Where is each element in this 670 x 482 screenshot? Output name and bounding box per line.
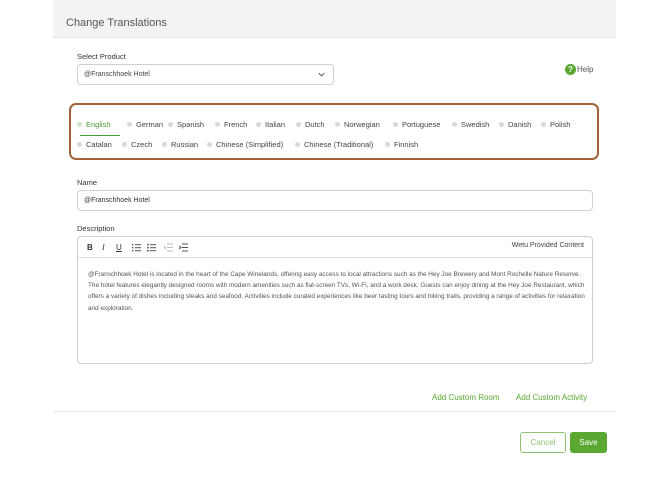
radio-dot-icon bbox=[215, 121, 220, 127]
indent-button[interactable] bbox=[179, 242, 188, 252]
radio-dot-icon bbox=[207, 141, 212, 147]
radio-dot-icon bbox=[452, 121, 457, 127]
tab-italian[interactable]: Italian bbox=[256, 118, 285, 130]
tab-polish[interactable]: Polish bbox=[541, 118, 570, 130]
description-editor[interactable]: B I U Wetu Provided Content @Franschhoek… bbox=[77, 236, 593, 364]
name-label: Name bbox=[77, 178, 98, 187]
tab-russian[interactable]: Russian bbox=[162, 138, 198, 150]
outdent-button[interactable] bbox=[164, 242, 173, 252]
description-label: Description bbox=[77, 224, 115, 233]
content-source-label: Wetu Provided Content bbox=[511, 242, 584, 249]
radio-dot-icon bbox=[162, 141, 167, 147]
radio-dot-icon bbox=[541, 121, 546, 127]
ordered-list-button[interactable] bbox=[132, 242, 141, 252]
tab-finnish[interactable]: Finnish bbox=[385, 138, 418, 150]
tab-czech[interactable]: Czech bbox=[122, 138, 152, 150]
add-custom-room-link[interactable]: Add Custom Room bbox=[432, 393, 500, 402]
help-link[interactable]: ? Help bbox=[565, 63, 593, 75]
cancel-button[interactable]: Cancel bbox=[520, 432, 566, 453]
radio-dot-icon bbox=[77, 121, 82, 127]
tab-spanish[interactable]: Spanish bbox=[168, 118, 204, 130]
add-custom-activity-link[interactable]: Add Custom Activity bbox=[516, 393, 587, 402]
modal-title: Change Translations bbox=[66, 17, 167, 29]
tab-chinese-traditional[interactable]: Chinese (Traditional) bbox=[295, 138, 373, 150]
footer-divider bbox=[53, 411, 616, 412]
help-label: Help bbox=[577, 64, 594, 74]
tab-german[interactable]: German bbox=[127, 118, 163, 130]
product-select[interactable]: @Franschhoek Hotel bbox=[77, 64, 334, 85]
radio-dot-icon bbox=[122, 141, 127, 147]
tab-portuguese[interactable]: Portuguese bbox=[393, 118, 440, 130]
radio-dot-icon bbox=[499, 121, 504, 127]
help-icon: ? bbox=[565, 63, 576, 75]
chevron-down-icon bbox=[318, 72, 325, 77]
bullet-list-button[interactable] bbox=[147, 242, 156, 252]
bold-button[interactable]: B bbox=[87, 242, 93, 252]
name-field-value: @Franschhoek Hotel bbox=[84, 197, 150, 204]
name-field[interactable]: @Franschhoek Hotel bbox=[77, 190, 593, 211]
tab-english[interactable]: English bbox=[77, 118, 111, 130]
tab-danish[interactable]: Danish bbox=[499, 118, 531, 130]
radio-dot-icon bbox=[393, 121, 398, 127]
radio-dot-icon bbox=[127, 121, 132, 127]
radio-dot-icon bbox=[296, 121, 301, 127]
radio-dot-icon bbox=[77, 141, 82, 147]
underline-button[interactable]: U bbox=[116, 242, 122, 252]
select-product-label: Select Product bbox=[77, 52, 126, 61]
tab-norwegian[interactable]: Norwegian bbox=[335, 118, 380, 130]
radio-dot-icon bbox=[335, 121, 340, 127]
description-text[interactable]: @Franschhoek Hotel is located in the hea… bbox=[88, 269, 586, 314]
italic-button[interactable]: I bbox=[102, 242, 105, 252]
radio-dot-icon bbox=[256, 121, 261, 127]
radio-dot-icon bbox=[295, 141, 300, 147]
save-button[interactable]: Save bbox=[570, 432, 607, 453]
outdent-icon bbox=[164, 243, 173, 251]
bullet-list-icon bbox=[147, 243, 156, 252]
editor-toolbar: B I U Wetu Provided Content bbox=[78, 237, 592, 258]
ordered-list-icon bbox=[132, 243, 141, 251]
tab-chinese-simplified[interactable]: Chinese (Simplified) bbox=[207, 138, 283, 150]
radio-dot-icon bbox=[385, 141, 390, 147]
language-tabs: English German Spanish French Italian Du… bbox=[69, 103, 599, 160]
tab-swedish[interactable]: Swedish bbox=[452, 118, 489, 130]
tab-french[interactable]: French bbox=[215, 118, 247, 130]
indent-icon bbox=[179, 243, 188, 251]
modal-header: Change Translations bbox=[53, 0, 616, 38]
tab-catalan[interactable]: Catalan bbox=[77, 138, 112, 150]
active-tab-underline bbox=[80, 135, 120, 136]
tab-dutch[interactable]: Dutch bbox=[296, 118, 325, 130]
radio-dot-icon bbox=[168, 121, 173, 127]
product-select-value: @Franschhoek Hotel bbox=[84, 71, 150, 78]
